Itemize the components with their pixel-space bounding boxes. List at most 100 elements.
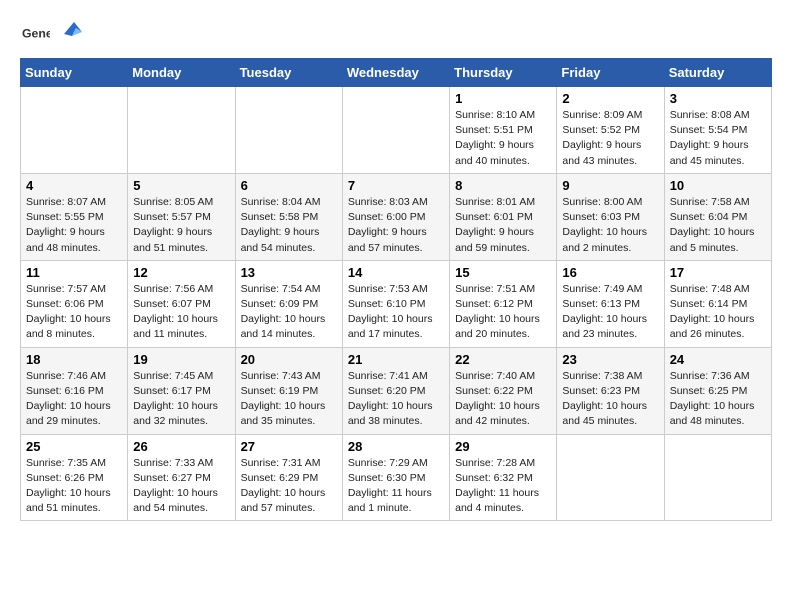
calendar-cell: 4 Sunrise: 8:07 AMSunset: 5:55 PMDaylight… (21, 173, 128, 260)
column-header-saturday: Saturday (664, 59, 771, 87)
day-number: 21 (348, 352, 444, 367)
calendar-cell: 28 Sunrise: 7:29 AMSunset: 6:30 PMDayligh… (342, 434, 449, 521)
day-number: 13 (241, 265, 337, 280)
day-number: 28 (348, 439, 444, 454)
day-info: Sunrise: 8:08 AMSunset: 5:54 PMDaylight:… (670, 108, 766, 169)
day-info: Sunrise: 8:01 AMSunset: 6:01 PMDaylight:… (455, 195, 551, 256)
calendar-cell: 9 Sunrise: 8:00 AMSunset: 6:03 PMDaylight… (557, 173, 664, 260)
calendar-cell: 2 Sunrise: 8:09 AMSunset: 5:52 PMDaylight… (557, 87, 664, 174)
day-info: Sunrise: 8:03 AMSunset: 6:00 PMDaylight:… (348, 195, 444, 256)
calendar-cell: 8 Sunrise: 8:01 AMSunset: 6:01 PMDaylight… (450, 173, 557, 260)
calendar-cell: 16 Sunrise: 7:49 AMSunset: 6:13 PMDayligh… (557, 260, 664, 347)
calendar-cell: 12 Sunrise: 7:56 AMSunset: 6:07 PMDayligh… (128, 260, 235, 347)
calendar-cell (235, 87, 342, 174)
day-number: 27 (241, 439, 337, 454)
day-info: Sunrise: 8:05 AMSunset: 5:57 PMDaylight:… (133, 195, 229, 256)
day-info: Sunrise: 8:00 AMSunset: 6:03 PMDaylight:… (562, 195, 658, 256)
calendar-cell: 18 Sunrise: 7:46 AMSunset: 6:16 PMDayligh… (21, 347, 128, 434)
logo: General (20, 20, 84, 48)
day-number: 12 (133, 265, 229, 280)
column-header-sunday: Sunday (21, 59, 128, 87)
day-number: 22 (455, 352, 551, 367)
calendar-cell: 22Sunrise: 7:40 AMSunset: 6:22 PMDayligh… (450, 347, 557, 434)
calendar-week-row: 4 Sunrise: 8:07 AMSunset: 5:55 PMDaylight… (21, 173, 772, 260)
calendar-cell: 10Sunrise: 7:58 AMSunset: 6:04 PMDayligh… (664, 173, 771, 260)
column-header-friday: Friday (557, 59, 664, 87)
calendar-cell: 24 Sunrise: 7:36 AMSunset: 6:25 PMDayligh… (664, 347, 771, 434)
day-info: Sunrise: 7:51 AMSunset: 6:12 PMDaylight:… (455, 282, 551, 343)
day-info: Sunrise: 7:28 AMSunset: 6:32 PMDaylight:… (455, 456, 551, 517)
calendar-cell: 6Sunrise: 8:04 AMSunset: 5:58 PMDaylight… (235, 173, 342, 260)
day-number: 19 (133, 352, 229, 367)
day-number: 24 (670, 352, 766, 367)
day-number: 4 (26, 178, 122, 193)
calendar-cell: 7 Sunrise: 8:03 AMSunset: 6:00 PMDaylight… (342, 173, 449, 260)
day-info: Sunrise: 8:04 AMSunset: 5:58 PMDaylight:… (241, 195, 337, 256)
calendar-cell (342, 87, 449, 174)
day-number: 2 (562, 91, 658, 106)
day-info: Sunrise: 7:29 AMSunset: 6:30 PMDaylight:… (348, 456, 444, 517)
page-header: General (20, 20, 772, 48)
calendar-table: SundayMondayTuesdayWednesdayThursdayFrid… (20, 58, 772, 521)
calendar-cell (128, 87, 235, 174)
column-header-wednesday: Wednesday (342, 59, 449, 87)
day-info: Sunrise: 7:57 AMSunset: 6:06 PMDaylight:… (26, 282, 122, 343)
calendar-week-row: 1 Sunrise: 8:10 AMSunset: 5:51 PMDaylight… (21, 87, 772, 174)
day-number: 7 (348, 178, 444, 193)
day-number: 8 (455, 178, 551, 193)
day-number: 9 (562, 178, 658, 193)
calendar-cell: 25 Sunrise: 7:35 AMSunset: 6:26 PMDayligh… (21, 434, 128, 521)
day-info: Sunrise: 7:36 AMSunset: 6:25 PMDaylight:… (670, 369, 766, 430)
day-info: Sunrise: 7:43 AMSunset: 6:19 PMDaylight:… (241, 369, 337, 430)
calendar-cell: 3Sunrise: 8:08 AMSunset: 5:54 PMDaylight… (664, 87, 771, 174)
day-info: Sunrise: 7:54 AMSunset: 6:09 PMDaylight:… (241, 282, 337, 343)
calendar-cell: 23 Sunrise: 7:38 AMSunset: 6:23 PMDayligh… (557, 347, 664, 434)
calendar-week-row: 25 Sunrise: 7:35 AMSunset: 6:26 PMDayligh… (21, 434, 772, 521)
day-info: Sunrise: 7:31 AMSunset: 6:29 PMDaylight:… (241, 456, 337, 517)
day-info: Sunrise: 7:49 AMSunset: 6:13 PMDaylight:… (562, 282, 658, 343)
calendar-week-row: 11 Sunrise: 7:57 AMSunset: 6:06 PMDayligh… (21, 260, 772, 347)
day-info: Sunrise: 8:09 AMSunset: 5:52 PMDaylight:… (562, 108, 658, 169)
day-number: 1 (455, 91, 551, 106)
calendar-week-row: 18 Sunrise: 7:46 AMSunset: 6:16 PMDayligh… (21, 347, 772, 434)
day-number: 18 (26, 352, 122, 367)
calendar-cell: 1 Sunrise: 8:10 AMSunset: 5:51 PMDaylight… (450, 87, 557, 174)
day-info: Sunrise: 7:46 AMSunset: 6:16 PMDaylight:… (26, 369, 122, 430)
day-number: 25 (26, 439, 122, 454)
calendar-cell: 13 Sunrise: 7:54 AMSunset: 6:09 PMDayligh… (235, 260, 342, 347)
day-number: 16 (562, 265, 658, 280)
logo-bird-icon (54, 14, 84, 44)
day-info: Sunrise: 7:41 AMSunset: 6:20 PMDaylight:… (348, 369, 444, 430)
calendar-cell: 29 Sunrise: 7:28 AMSunset: 6:32 PMDayligh… (450, 434, 557, 521)
calendar-cell (664, 434, 771, 521)
day-number: 15 (455, 265, 551, 280)
column-header-thursday: Thursday (450, 59, 557, 87)
logo-icon: General (22, 20, 50, 48)
day-info: Sunrise: 8:07 AMSunset: 5:55 PMDaylight:… (26, 195, 122, 256)
calendar-cell: 15 Sunrise: 7:51 AMSunset: 6:12 PMDayligh… (450, 260, 557, 347)
day-info: Sunrise: 7:33 AMSunset: 6:27 PMDaylight:… (133, 456, 229, 517)
day-info: Sunrise: 7:35 AMSunset: 6:26 PMDaylight:… (26, 456, 122, 517)
day-number: 11 (26, 265, 122, 280)
day-number: 20 (241, 352, 337, 367)
calendar-cell: 11 Sunrise: 7:57 AMSunset: 6:06 PMDayligh… (21, 260, 128, 347)
day-info: Sunrise: 7:53 AMSunset: 6:10 PMDaylight:… (348, 282, 444, 343)
day-number: 29 (455, 439, 551, 454)
day-number: 26 (133, 439, 229, 454)
calendar-header-row: SundayMondayTuesdayWednesdayThursdayFrid… (21, 59, 772, 87)
calendar-cell: 26 Sunrise: 7:33 AMSunset: 6:27 PMDayligh… (128, 434, 235, 521)
calendar-cell: 19 Sunrise: 7:45 AMSunset: 6:17 PMDayligh… (128, 347, 235, 434)
calendar-cell: 27 Sunrise: 7:31 AMSunset: 6:29 PMDayligh… (235, 434, 342, 521)
calendar-cell (557, 434, 664, 521)
calendar-cell: 17Sunrise: 7:48 AMSunset: 6:14 PMDayligh… (664, 260, 771, 347)
day-info: Sunrise: 8:10 AMSunset: 5:51 PMDaylight:… (455, 108, 551, 169)
day-number: 10 (670, 178, 766, 193)
day-number: 5 (133, 178, 229, 193)
day-info: Sunrise: 7:56 AMSunset: 6:07 PMDaylight:… (133, 282, 229, 343)
calendar-cell: 21 Sunrise: 7:41 AMSunset: 6:20 PMDayligh… (342, 347, 449, 434)
day-number: 14 (348, 265, 444, 280)
day-info: Sunrise: 7:38 AMSunset: 6:23 PMDaylight:… (562, 369, 658, 430)
day-number: 23 (562, 352, 658, 367)
day-info: Sunrise: 7:45 AMSunset: 6:17 PMDaylight:… (133, 369, 229, 430)
calendar-cell: 20 Sunrise: 7:43 AMSunset: 6:19 PMDayligh… (235, 347, 342, 434)
